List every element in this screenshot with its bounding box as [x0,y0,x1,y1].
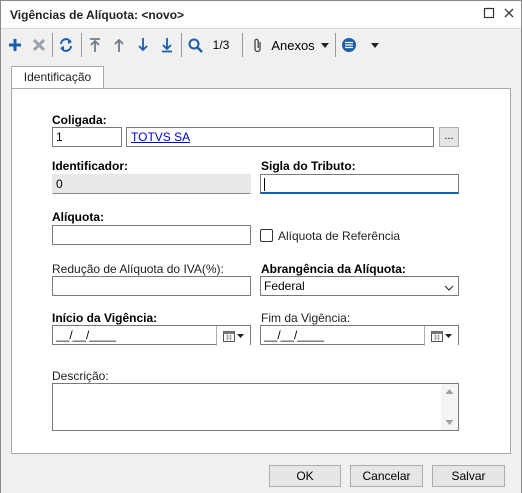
coligada-name-field[interactable]: TOTVS SA [126,127,434,147]
coligada-code-input[interactable]: 1 [52,127,122,147]
footer: OK Cancelar Salvar [1,457,521,493]
toolbar-separator [242,33,243,57]
inicio-vigencia-value: __/__/____ [56,328,117,342]
coligada-name-link[interactable]: TOTVS SA [131,130,190,144]
maximize-icon[interactable] [483,7,497,21]
toolbar: 1/3 Anexos [1,30,521,60]
sigla-tributo-label: Sigla do Tributo: [261,159,356,173]
aliquota-referencia-label: Alíquota de Referência [278,229,401,243]
coligada-lookup-button[interactable]: ... [439,127,459,147]
aliquota-referencia-checkbox[interactable] [260,229,273,242]
descricao-textarea[interactable] [52,383,459,431]
first-record-icon[interactable] [87,34,103,56]
coligada-label: Coligada: [52,113,107,127]
next-record-icon[interactable] [135,34,151,56]
paperclip-icon[interactable] [251,34,265,56]
aliquota-input[interactable] [52,225,251,245]
calendar-icon [223,330,235,342]
abrangencia-label: Abrangência da Alíquota: [261,262,406,276]
reducao-iva-label: Redução de Alíquota do IVA(%): [52,262,224,276]
title-bar: Vigências de Alíquota: <novo> [1,1,521,29]
form-panel: Coligada: 1 TOTVS SA ... Identificador: … [11,88,511,454]
toolbar-separator [181,33,182,57]
fim-vigencia-value: __/__/____ [264,328,325,342]
previous-record-icon[interactable] [111,34,127,56]
window-title: Vigências de Alíquota: <novo> [10,8,185,22]
last-record-icon[interactable] [159,34,175,56]
chevron-down-icon [237,334,244,338]
ok-button[interactable]: OK [269,465,341,487]
search-icon[interactable] [187,34,203,56]
fim-vigencia-input[interactable]: __/__/____ [260,325,459,346]
add-icon[interactable] [7,34,23,56]
chevron-down-icon [445,334,452,338]
toolbar-separator [335,33,336,57]
record-position: 1/3 [212,38,230,52]
delete-icon[interactable] [31,34,47,56]
calendar-icon [431,330,443,342]
chevron-down-icon [444,280,454,298]
toolbar-separator [52,33,53,57]
aliquota-label: Alíquota: [52,210,104,224]
identificador-input: 0 [52,174,251,194]
refresh-icon[interactable] [57,34,75,56]
save-button[interactable]: Salvar [432,465,505,487]
descricao-label: Descrição: [52,369,109,383]
abrangencia-select[interactable]: Federal [260,276,459,296]
tab-identificacao[interactable]: Identificação [11,66,104,89]
fim-vigencia-label: Fim da Vigência: [261,311,351,325]
descricao-scrollbar[interactable] [441,384,458,430]
fim-vigencia-calendar-button[interactable] [424,326,458,346]
inicio-vigencia-calendar-button[interactable] [216,326,250,346]
abrangencia-value: Federal [264,279,305,293]
sigla-tributo-input[interactable] [260,174,459,194]
chevron-down-icon[interactable] [370,34,380,56]
dialog-window: Vigências de Alíquota: <novo> 1/3 Anexos… [0,0,522,493]
toolbar-separator [81,33,82,57]
inicio-vigencia-input[interactable]: __/__/____ [52,325,251,346]
chevron-down-icon[interactable] [320,34,330,56]
options-icon[interactable] [341,34,357,56]
identificador-label: Identificador: [52,159,129,173]
text-cursor [264,178,265,192]
cancel-button[interactable]: Cancelar [350,465,423,487]
attachments-button[interactable]: Anexos [269,34,317,56]
inicio-vigencia-label: Início da Vigência: [52,311,158,325]
close-icon[interactable] [503,7,517,21]
reducao-iva-input[interactable] [52,276,251,296]
